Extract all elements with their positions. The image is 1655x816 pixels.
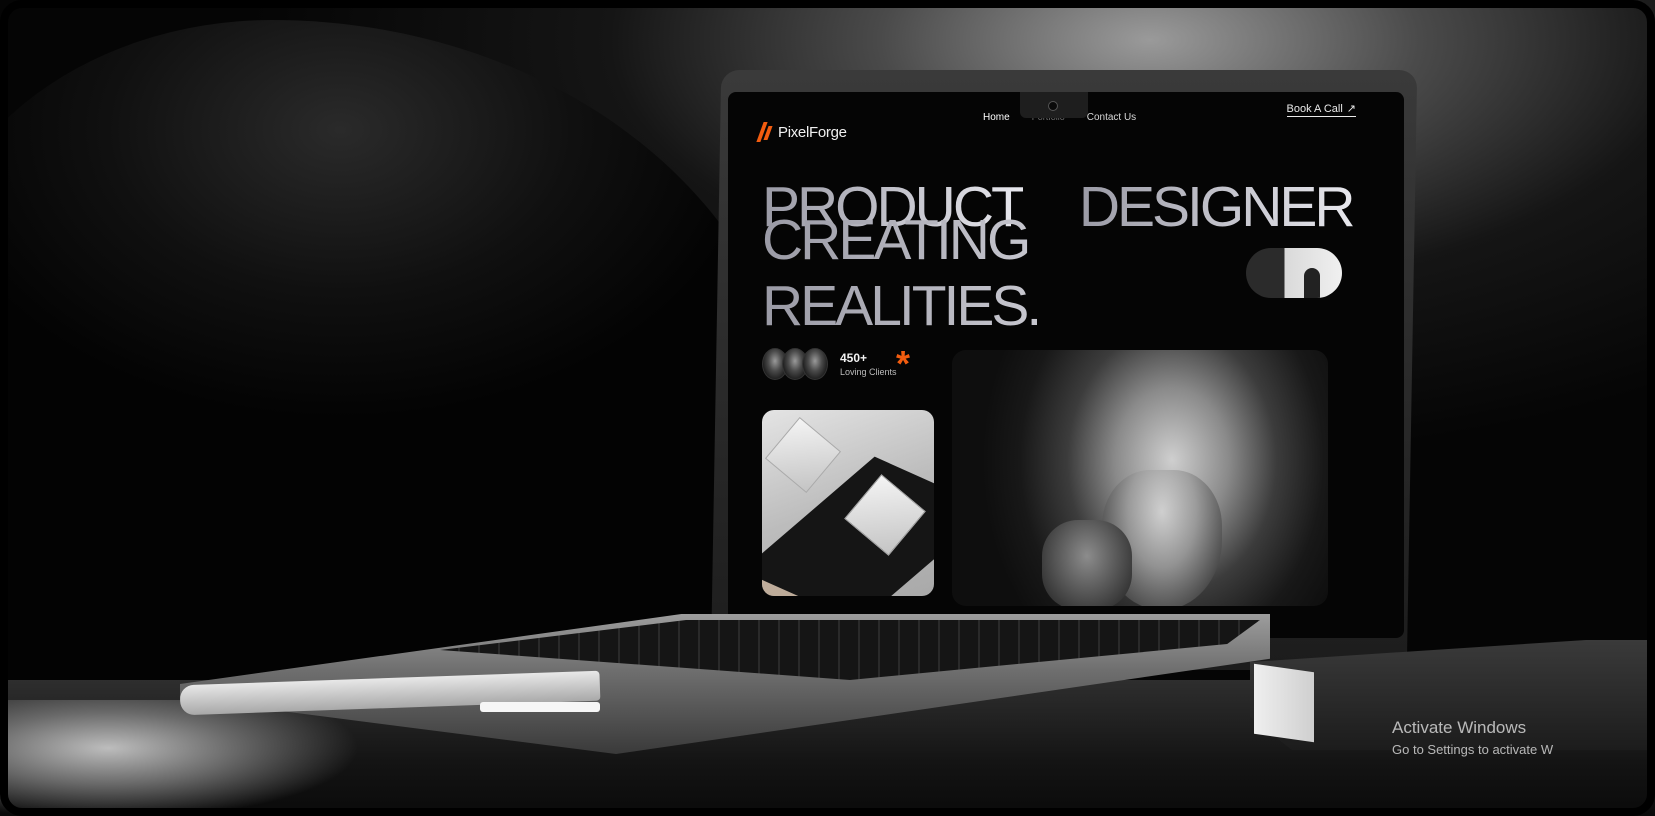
book-pages xyxy=(1254,663,1314,743)
avatar xyxy=(802,348,828,380)
asterisk-icon: * xyxy=(896,343,911,384)
nav-link-home[interactable]: Home xyxy=(983,112,1010,123)
windows-activation-watermark: Activate Windows Go to Settings to activ… xyxy=(1392,718,1553,757)
cubes-image-card[interactable] xyxy=(762,410,934,596)
hero-heading: PRODUCT DESIGNER CREATING REALITIES. xyxy=(762,174,1356,338)
clients-badge: 450+ Loving Clients xyxy=(762,348,897,380)
portrait-hand xyxy=(1042,520,1132,606)
clients-count: 450+ xyxy=(840,351,868,365)
webcam-icon xyxy=(1048,101,1058,111)
portrait-image-card[interactable] xyxy=(952,350,1328,606)
laptop-screen: PixelForge Home Portfolio Contact Us Boo… xyxy=(728,92,1404,638)
table-highlight xyxy=(0,700,360,816)
activation-title: Activate Windows xyxy=(1392,718,1527,737)
laptop-edge-highlight xyxy=(480,702,600,712)
brand-logo[interactable]: PixelForge xyxy=(756,122,847,142)
book-call-label: Book A Call xyxy=(1286,102,1343,115)
laptop-mockup-scene: PixelForge Home Portfolio Contact Us Boo… xyxy=(0,0,1655,816)
hero-pill-image xyxy=(1246,248,1342,298)
book-call-link[interactable]: Book A Call ↗ xyxy=(1286,102,1356,117)
hero-word-creating-realities: CREATING REALITIES. xyxy=(762,207,1236,339)
nav-link-contact[interactable]: Contact Us xyxy=(1087,112,1136,123)
brand-name: PixelForge xyxy=(778,123,847,141)
client-avatars xyxy=(762,348,828,380)
activation-subtitle: Go to Settings to activate W xyxy=(1392,742,1554,757)
clients-text: 450+ Loving Clients xyxy=(840,351,897,377)
bolt-logo-icon xyxy=(756,122,774,142)
arrow-up-right-icon: ↗ xyxy=(1346,103,1356,115)
clients-label: Loving Clients xyxy=(840,367,897,377)
cube-shape xyxy=(764,416,842,494)
hero-line-2: CREATING REALITIES. xyxy=(762,208,1342,338)
camera-notch xyxy=(1020,92,1088,118)
